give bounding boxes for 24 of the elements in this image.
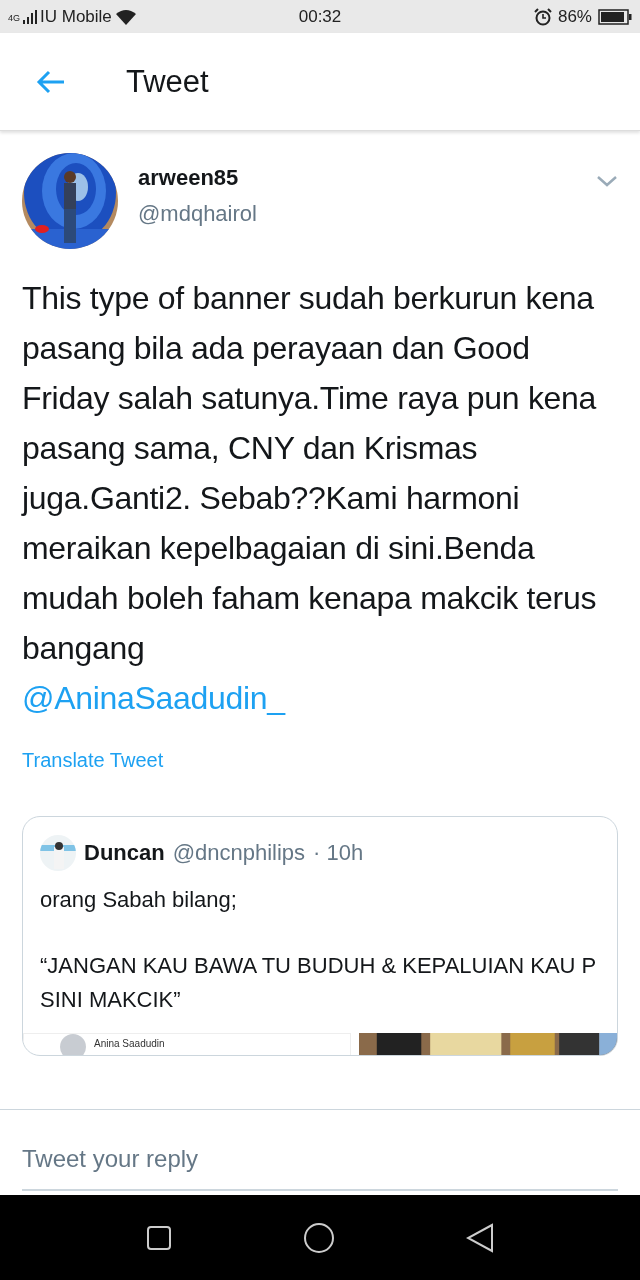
translate-link[interactable]: Translate Tweet: [22, 749, 164, 772]
carrier-name: IU Mobile: [40, 6, 112, 27]
signal-icon: [23, 9, 37, 24]
author-name[interactable]: arween85: [138, 165, 257, 191]
quoted-tweet[interactable]: Duncan @dncnphilips · 10h orang Sabah bilang; “JANGAN KAU BAWA TU BUDUH & KEPALUIAN KAU P SINI MAKCIK” Anina Saadudin: [22, 816, 618, 1056]
mention-link[interactable]: @AninaSaadudin_: [22, 680, 285, 716]
embedded-author-name: Anina Saadudin: [94, 1038, 165, 1049]
battery-percent: 86%: [557, 6, 592, 27]
network-type: 4G: [8, 12, 20, 23]
quoted-author-handle: @dncnphilips: [172, 840, 306, 866]
author-handle[interactable]: @mdqhairol: [138, 201, 257, 227]
home-icon[interactable]: [303, 1221, 335, 1254]
quoted-tweet-time: · 10h: [313, 840, 364, 866]
battery-icon: [598, 8, 632, 25]
clock-time: 00:32: [298, 6, 342, 27]
alarm-icon: [533, 7, 552, 26]
quoted-author-name: Duncan: [84, 840, 165, 866]
page-title: Tweet: [126, 63, 209, 100]
quoted-tweet-text: orang Sabah bilang;: [40, 886, 238, 914]
quoted-tweet-text: “JANGAN KAU BAWA TU BUDUH & KEPALUIAN KAU P SINI MAKCIK”: [40, 952, 597, 1014]
recent-apps-icon[interactable]: [145, 1224, 172, 1251]
wifi-icon: [114, 8, 137, 25]
tweet-text: This type of banner sudah berkurun kena pasang bila ada perayaan dan Good Friday salah satunya.Time raya pun kena pasang sama, CNY dan Krismas juga.Ganti2. Sebab??Kami harmoni meraikan kepelbagaian di sini.Benda mudah boleh faham kenapa makcik terus bangang: [22, 280, 597, 666]
back-icon[interactable]: [466, 1222, 495, 1253]
